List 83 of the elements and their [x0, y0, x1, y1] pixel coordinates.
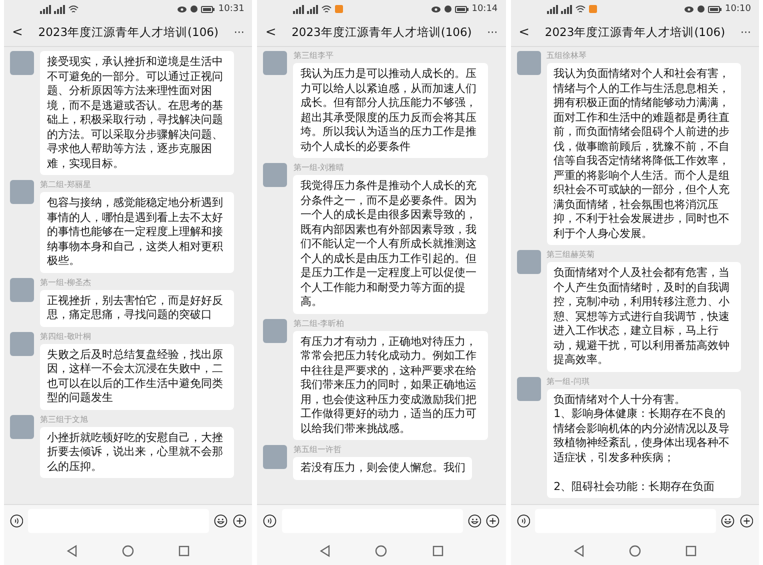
eye-icon: [177, 6, 188, 12]
avatar-photo-placeholder: [263, 318, 288, 342]
avatar-photo-placeholder: [263, 51, 288, 75]
voice-icon: [516, 512, 530, 530]
eye-icon: [430, 6, 441, 12]
voice-icon: [263, 512, 277, 530]
avatar-photo-placeholder: [516, 51, 541, 75]
signal-icon: [293, 4, 304, 14]
emoji-icon: [214, 512, 228, 530]
alarm-icon: [697, 5, 706, 13]
back-button[interactable]: <: [12, 24, 23, 40]
chat-title: 2023年度江源青年人才培训(106): [290, 24, 473, 40]
alarm-icon: [190, 5, 198, 13]
more-button[interactable]: ···: [234, 26, 244, 38]
message-bubble: 我认为负面情绪对个人和社会有害，情绪与个人的工作与生活息息相关，拥有积极正面的情绪能够动力满满，面对工作和生活中的难题都是勇往直前，而负面情绪会阻碍个人前进的步伐，做事瞻前顾后，犹豫不前，不自信等自我否定情绪将降低工作效率，严重的将影响个人生活。而个人是组织社会不可或缺的一部分，但个人充满负面情绪，社会氛围也将消沉压抑，不利于社会发展进步，同时也不利于个人身心发展。: [546, 63, 741, 245]
avatar-photo-placeholder: [263, 445, 288, 469]
sender-name: 第一组-柳圣杰: [40, 278, 92, 288]
back-triangle-icon: [66, 545, 78, 557]
recents-square-icon: [178, 545, 190, 557]
home-circle-icon: [628, 545, 641, 557]
message-bubble: 有压力才有动力，正确地对待压力，常常会把压力转化成动力。例如工作中往往是严要求的，这种严要求在给我们带来压力的同时，如果正确地运用，也会使这种压力变成激励我们把工作做得更好的动力，适当的压力可以给我们带来挑战感。: [293, 330, 488, 440]
sender-name: 第二组-李昕柏: [293, 318, 346, 328]
signal-icon: [40, 4, 51, 14]
back-button[interactable]: <: [518, 24, 530, 40]
message-bubble: 失败之后及时总结复盘经验，找出原因，这样一不会太沉浸在失败中，二也可以在以后的工作生活中避免同类型的问题发生: [40, 344, 234, 410]
message-bubble: 负面情绪对个人及社会都有危害，当个人产生负面情绪时，及时的自我调控，克制冲动，利用转移注意力、小憩、冥想等方式进行自我调节，快速进入工作状态，建立目标，马上行动，规避干扰，可以利用番茄高效钟提高效率。: [546, 262, 741, 372]
status-time: 10:14: [472, 4, 498, 14]
message-bubble: 接受现实，承认挫折和逆境是生活中不可避免的一部分。可以通过正视问题、分析原因等方法来理性面对困境，而不是逃避或否认。在思考的基础上，积极采取行动，寻找解决问题的方法。可以采取分步骤解决问题、寻求他人帮助等方法，逐步克服困难，实现目标。: [40, 51, 234, 175]
sender-name: 第三组赫英菊: [546, 250, 596, 260]
sender-name: 第四组-敬叶桐: [40, 332, 92, 342]
signal-icon: [307, 4, 318, 14]
home-circle-icon: [122, 545, 134, 557]
sender-name: 第二组-郑丽星: [40, 180, 92, 190]
signal-icon: [54, 4, 65, 14]
message-bubble: 我认为压力是可以推动人成长的。压力可以给人以紧迫感，从而加速人们成长。但有部分人抗压能力不够强，超出其承受限度的压力反而会将其压垮。所以我认为适当的压力工作是推动个人成长的必要条件: [293, 63, 488, 158]
back-button[interactable]: <: [265, 24, 276, 40]
plus-icon: [740, 512, 753, 530]
back-triangle-icon: [572, 545, 585, 557]
battery-icon: [201, 6, 216, 12]
avatar-photo-placeholder: [10, 51, 34, 75]
avatar-photo-placeholder: [516, 376, 541, 400]
emoji-icon: [721, 512, 735, 530]
plus-icon: [232, 512, 246, 530]
plus-icon: [486, 512, 500, 530]
chat-title: 2023年度江源青年人才培训(106): [37, 24, 220, 40]
more-button[interactable]: ···: [740, 26, 751, 38]
signal-icon: [560, 4, 572, 14]
wifi-icon: [574, 4, 586, 14]
sender-name: 第一组-刘雅晴: [293, 163, 346, 173]
more-button[interactable]: ···: [487, 26, 498, 38]
alarm-icon: [444, 5, 452, 13]
message-bubble: 我觉得压力条件是推动个人成长的充分条件之一，而不是必要条件。因为一个人的成长是由很多因素导致的，既有内部因素也有外部因素导致，我们不能认定一个人有所成长就推测这个人的成长是由压力工作引起的。但是压力工作是一定程度上可以促使一个人工作能力和耐受力等方面的提高。: [293, 175, 488, 314]
avatar-photo-placeholder: [516, 250, 541, 274]
wifi-icon: [68, 4, 79, 14]
home-circle-icon: [375, 545, 388, 557]
avatar-photo-placeholder: [10, 332, 34, 356]
wifi-icon: [321, 4, 332, 14]
avatar-photo-placeholder: [10, 180, 34, 204]
recents-square-icon: [684, 545, 697, 557]
sender-name: 第一组-闫琪: [546, 376, 591, 386]
sender-name: 第三组于文旭: [40, 414, 89, 424]
sender-name: 五组徐林琴: [546, 51, 588, 61]
status-time: 10:10: [725, 4, 751, 14]
voice-icon: [10, 512, 24, 530]
chat-title: 2023年度江源青年人才培训(106): [544, 24, 726, 40]
message-bubble: 小挫折就吃顿好吃的安慰自己，大挫折要去倾诉，说出来，心里就不会那么的压抑。: [40, 426, 234, 478]
back-triangle-icon: [319, 545, 332, 557]
avatar-photo-placeholder: [10, 278, 34, 302]
message-bubble: 负面情绪对个人十分有害。 1、影响身体健康：长期存在不良的情绪会影响机体的内分泌情况以及导致植物神经紊乱，使身体出现各种不适症状，引发多种疾病； 2、阻碍社会功能：长期存在负面: [546, 388, 741, 498]
battery-icon: [454, 6, 469, 12]
signal-icon: [546, 4, 558, 14]
emoji-icon: [468, 512, 482, 530]
avatar-photo-placeholder: [263, 163, 288, 187]
sender-name: 第三组李平: [293, 51, 334, 61]
avatar-photo-placeholder: [10, 414, 34, 438]
message-bubble: 正视挫折，别去害怕它，而是好好反思，痛定思痛，寻找问题的突破口: [40, 290, 234, 326]
message-bubble: 包容与接纳，感觉能稳定地分析遇到事情的人，哪怕是遇到看上去不太好的事情也能够在一定程度上理解和接纳事物本身和自己，这类人相对更积极些。: [40, 192, 234, 272]
sender-name: 第五组一许哲: [293, 445, 342, 455]
recents-square-icon: [432, 545, 444, 557]
battery-icon: [708, 6, 722, 12]
status-time: 10:31: [218, 4, 244, 14]
eye-icon: [684, 6, 694, 12]
message-bubble: 若没有压力，则会使人懈怠。我们: [293, 457, 472, 480]
